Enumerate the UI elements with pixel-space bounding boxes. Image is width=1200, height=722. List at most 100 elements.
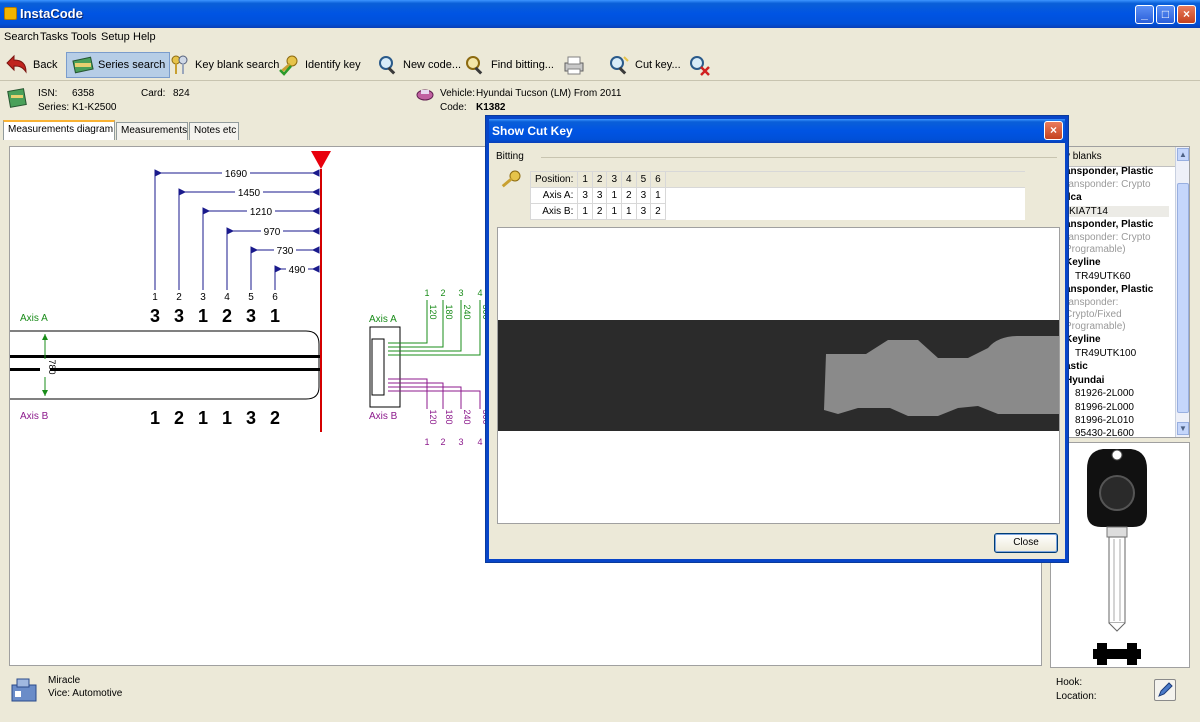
scrollbar[interactable]: ▲ ▼ — [1175, 147, 1189, 437]
key-blank-list-item[interactable]: ransponder: Crypto — [1065, 179, 1151, 190]
axis-b-label: Axis B — [20, 411, 49, 422]
key-blank-list-item[interactable]: 95430-2L600 — [1075, 428, 1134, 437]
scroll-down-icon[interactable]: ▼ — [1177, 422, 1189, 435]
key-blank-list-item[interactable]: ansponder, Plastic — [1065, 166, 1153, 177]
key-blank-list-item[interactable]: TR49UTK100 — [1075, 348, 1136, 359]
cut-value: 2 — [174, 408, 184, 428]
status-area: Miracle Vice: Automotive — [0, 670, 1045, 715]
axis-b-cell: 3 — [635, 203, 652, 220]
cut-value: 1 — [270, 306, 280, 326]
location-label: Location: — [1056, 691, 1097, 702]
depth-value: 120 — [428, 304, 438, 319]
width-dim-label: 780 — [47, 359, 57, 374]
axis-a-label: Axis A — [20, 313, 48, 324]
tab-measurements[interactable]: Measurements — [116, 122, 188, 140]
key-blank-image — [1087, 449, 1147, 665]
pos-number: 6 — [272, 292, 278, 303]
cut-value: 2 — [270, 408, 280, 428]
menu-tools[interactable]: Tools — [71, 31, 97, 43]
pencil-icon — [1158, 682, 1173, 697]
bitting-group-label: Bitting — [496, 151, 524, 162]
depth-axis-a-label: Axis A — [369, 314, 397, 325]
axis-a-cell: 3 — [577, 187, 593, 204]
cut-key-icon — [610, 56, 629, 75]
cut-key-button[interactable]: Cut key... — [604, 52, 685, 78]
key-blanks-list[interactable]: y blanks ansponder, Plastic ransponder: C… — [1050, 146, 1190, 438]
minimize-button[interactable]: _ — [1135, 5, 1154, 24]
pos-number: 2 — [176, 292, 182, 303]
axis-b-cuts: 1 2 1 1 3 2 — [150, 408, 280, 428]
menu-setup[interactable]: Setup — [101, 31, 130, 43]
key-blank-list-item[interactable]: Crypto/Fixed — [1065, 309, 1122, 320]
tab-notes[interactable]: Notes etc — [189, 122, 239, 140]
depth-value: 180 — [444, 304, 454, 319]
cancel-search-button[interactable] — [684, 52, 719, 78]
find-bitting-button[interactable]: Find bitting... — [460, 52, 558, 78]
key-blank-list-item[interactable]: ransponder: Crypto — [1065, 232, 1151, 243]
close-dialog-button[interactable]: Close — [994, 533, 1058, 553]
code-label: Code: — [440, 102, 467, 113]
code-value: K1382 — [476, 102, 506, 113]
depth-axis-b-label: Axis B — [369, 411, 398, 422]
key-blanks-header: y blanks — [1051, 147, 1175, 167]
position-cell: 1 — [577, 171, 593, 188]
key-blank-list-item[interactable]: 81996-2L000 — [1075, 402, 1134, 413]
show-cut-key-dialog: Show Cut Key × Bitting Position: 1 2 3 4… — [486, 116, 1068, 562]
depth-value: 240 — [462, 304, 472, 319]
axis-a-cell: 1 — [606, 187, 623, 204]
position-cell: 2 — [591, 171, 608, 188]
close-button[interactable]: × — [1177, 5, 1196, 24]
identify-key-button[interactable]: Identify key — [274, 52, 365, 78]
card-value: 824 — [173, 88, 190, 99]
scroll-thumb[interactable] — [1177, 183, 1189, 413]
scroll-up-icon[interactable]: ▲ — [1177, 148, 1189, 161]
key-blank-list-item[interactable]: astic — [1065, 361, 1088, 372]
menu-help[interactable]: Help — [133, 31, 156, 43]
bitting-table: Position: 1 2 3 4 5 6 Axis A: 3 3 1 2 3 … — [529, 171, 1026, 220]
key-blank-list-item[interactable]: ansponder, Plastic — [1065, 284, 1153, 295]
window-title: InstaCode — [20, 6, 83, 21]
key-blank-search-button[interactable]: Key blank search — [164, 52, 283, 78]
book-icon — [7, 88, 27, 108]
cut-value: 1 — [150, 408, 160, 428]
position-label: Position: — [529, 171, 579, 188]
dialog-title: Show Cut Key — [489, 119, 1065, 143]
cut-value: 3 — [246, 408, 256, 428]
depth-pos: 2 — [440, 288, 445, 298]
axis-a-cell: 2 — [621, 187, 637, 204]
axis-b-cell: 1 — [621, 203, 637, 220]
key-blank-list-item[interactable]: KIA7T14 — [1069, 206, 1169, 217]
tab-measurements-diagram[interactable]: Measurements diagram — [3, 120, 115, 140]
axis-a-cuts: 3 3 1 2 3 1 — [150, 306, 280, 326]
menu-tasks[interactable]: Tasks — [40, 31, 68, 43]
vehicle-label: Vehicle: — [440, 88, 476, 99]
depth-pos: 1 — [424, 437, 429, 447]
cut-value: 1 — [198, 306, 208, 326]
books-icon — [72, 56, 94, 74]
key-blank-list-item[interactable]: Programable) — [1065, 321, 1126, 332]
key-blank-list-item[interactable]: 81996-2L010 — [1075, 415, 1134, 426]
new-code-button[interactable]: New code... — [372, 52, 465, 78]
key-blank-list-item[interactable]: TR49UTK60 — [1075, 271, 1131, 282]
menu-search[interactable]: Search — [4, 31, 39, 43]
edit-location-button[interactable] — [1154, 679, 1176, 701]
key-blank-list-item[interactable]: 81926-2L000 — [1075, 388, 1134, 399]
print-button[interactable] — [558, 52, 593, 78]
series-search-button[interactable]: Series search — [66, 52, 171, 78]
key-blank-list-item[interactable]: Keyline — [1065, 257, 1101, 268]
hook-label: Hook: — [1056, 677, 1083, 688]
back-button[interactable]: Back — [2, 52, 61, 78]
pos-number: 5 — [248, 292, 254, 303]
key-blank-list-item[interactable]: Programable) — [1065, 244, 1126, 255]
axis-a-cell: 3 — [591, 187, 608, 204]
axis-a-cell: 1 — [650, 187, 666, 204]
key-blank-list-item[interactable]: ansponder, Plastic — [1065, 219, 1153, 230]
maximize-button[interactable]: □ — [1156, 5, 1175, 24]
key-blank-list-item[interactable]: Hyundai — [1065, 375, 1104, 386]
magnifier-icon — [379, 56, 396, 75]
back-label: Back — [33, 59, 58, 71]
dialog-close-icon[interactable]: × — [1044, 121, 1063, 140]
key-blank-list-item[interactable]: ransponder: — [1065, 297, 1118, 308]
key-blank-list-item[interactable]: Keyline — [1065, 334, 1101, 345]
position-cell: 4 — [621, 171, 637, 188]
